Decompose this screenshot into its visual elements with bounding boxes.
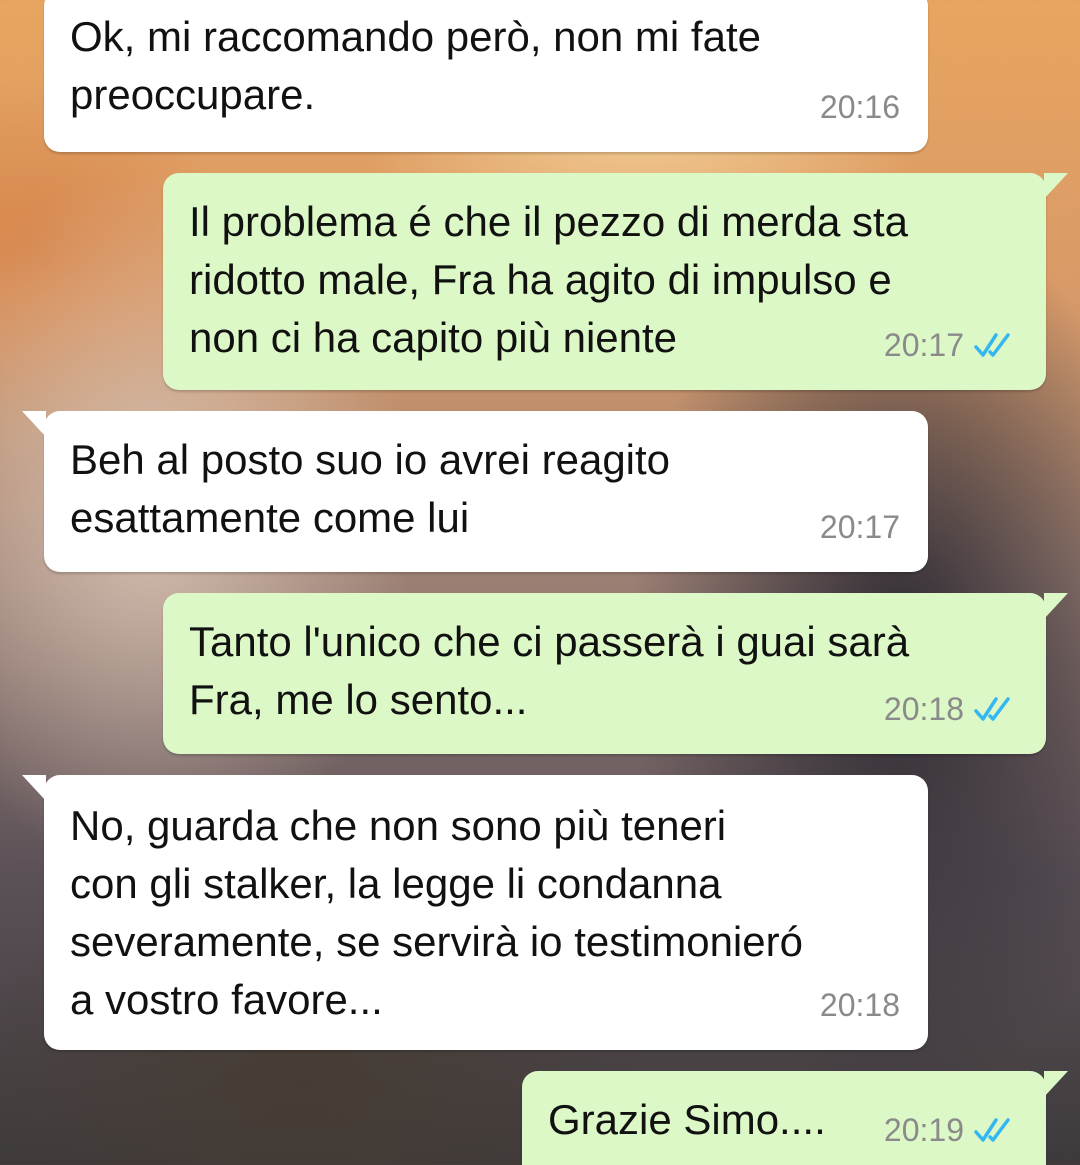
message-time: 20:16 <box>819 89 900 125</box>
message-time: 20:18 <box>883 691 964 727</box>
message-meta: 20:17 <box>820 498 900 556</box>
double-check-icon <box>974 1118 1010 1142</box>
message-text: Il problema é che il pezzo di merda sta … <box>189 198 909 361</box>
message-bubble-incoming[interactable]: No, guarda che non sono più teneri con g… <box>22 775 928 1050</box>
message-text: Tanto l'unico che ci passerà i guai sarà… <box>189 618 910 723</box>
message-text: No, guarda che non sono più teneri con g… <box>70 802 803 1023</box>
message-bubble-outgoing[interactable]: Grazie Simo.... 20:19 <box>522 1071 1068 1165</box>
message-time: 20:18 <box>819 987 900 1023</box>
message-meta: 20:16 <box>820 78 900 136</box>
message-bubble-outgoing[interactable]: Il problema é che il pezzo di merda sta … <box>163 173 1068 390</box>
message-bubble-incoming[interactable]: Ok, mi raccomando però, non mi fate preo… <box>44 0 928 152</box>
message-text: Grazie Simo.... <box>548 1096 826 1143</box>
message-text: Beh al posto suo io avrei reagito esatta… <box>70 436 671 541</box>
message-bubble-outgoing[interactable]: Tanto l'unico che ci passerà i guai sarà… <box>163 593 1068 754</box>
message-meta: 20:17 <box>884 316 1018 374</box>
message-time: 20:17 <box>819 509 900 545</box>
double-check-icon <box>974 333 1010 357</box>
message-bubble-incoming[interactable]: Beh al posto suo io avrei reagito esatta… <box>22 411 928 572</box>
message-meta: 20:19 <box>884 1101 1018 1159</box>
message-time: 20:17 <box>883 327 964 363</box>
message-meta: 20:18 <box>884 680 1018 738</box>
message-meta: 20:18 <box>820 976 900 1034</box>
message-text: Ok, mi raccomando però, non mi fate preo… <box>70 13 761 118</box>
double-check-icon <box>974 697 1010 721</box>
message-time: 20:19 <box>883 1112 964 1148</box>
